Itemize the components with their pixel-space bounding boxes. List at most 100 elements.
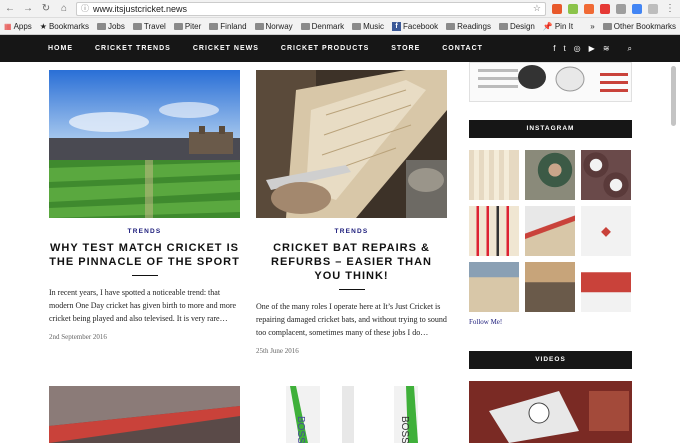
nav-contact[interactable]: CONTACT — [442, 45, 483, 52]
apps-icon: ▦ — [4, 21, 12, 31]
home-icon[interactable]: ⌂ — [58, 3, 70, 15]
instagram-photo[interactable] — [581, 262, 631, 312]
follow-link[interactable]: Follow Me! — [469, 318, 632, 326]
bookmark-norway[interactable]: Norway — [254, 22, 293, 31]
post-category[interactable]: TRENDS — [49, 228, 240, 235]
instagram-photo[interactable] — [525, 206, 575, 256]
instagram-photo[interactable] — [525, 262, 575, 312]
post-category[interactable]: TRENDS — [256, 228, 447, 235]
bookmark-apps[interactable]: ▦ Apps — [4, 22, 32, 31]
folder-icon — [209, 22, 219, 30]
bookmark-readings[interactable]: Readings — [446, 22, 491, 31]
folder-icon — [132, 22, 142, 30]
post-card: TRENDS WHY TEST MATCH CRICKET IS THE PIN… — [49, 70, 240, 341]
bookmark-facebook[interactable]: f Facebook — [392, 21, 438, 31]
pin-icon: 📌 — [542, 21, 553, 31]
post-image[interactable] — [256, 70, 447, 218]
post-date: 25th June 2016 — [256, 347, 299, 355]
instagram-icon[interactable]: ◎ — [574, 44, 581, 53]
folder-icon — [254, 22, 264, 30]
post-excerpt: In recent years, I have spotted a notice… — [49, 288, 237, 323]
scrollbar-thumb[interactable] — [671, 66, 676, 126]
extension-icon[interactable] — [632, 3, 642, 14]
reload-icon[interactable]: ↻ — [40, 3, 52, 15]
bats-image: BOSS BOSS — [256, 386, 447, 443]
bookmark-overflow[interactable]: » — [590, 22, 594, 31]
extension-icon[interactable] — [584, 3, 594, 14]
bookmark-travel[interactable]: Travel — [132, 22, 166, 31]
facebook-icon[interactable]: f — [553, 44, 555, 53]
bookmark-bookmarks[interactable]: ★ Bookmarks — [40, 22, 89, 31]
back-icon[interactable]: ← — [4, 3, 16, 15]
folder-icon — [446, 22, 456, 30]
scrollbar[interactable] — [671, 62, 678, 443]
instagram-widget: INSTAGRAM ◆ Follow Me! — [469, 120, 632, 326]
rss-icon[interactable]: ≋ — [603, 44, 610, 53]
post-thumbnail-image — [49, 386, 240, 443]
bookmarks-bar: ▦ Apps ★ Bookmarks Jobs Travel Piter Finla… — [0, 18, 680, 35]
social-links: f t ◎ ▶ ≋ ⌕ — [553, 44, 632, 54]
post-image[interactable] — [49, 70, 240, 218]
instagram-photo[interactable] — [525, 150, 575, 200]
sidebar-ad-image[interactable] — [469, 62, 632, 102]
bookmark-music[interactable]: Music — [352, 22, 384, 31]
twitter-icon[interactable]: t — [563, 44, 565, 53]
instagram-photo[interactable] — [581, 150, 631, 200]
post-image[interactable] — [49, 386, 240, 443]
videos-widget: VIDEOS — [469, 351, 632, 443]
bookmark-pinit[interactable]: 📌 Pin It — [543, 22, 573, 31]
post-excerpt: One of the many roles I operate here at … — [256, 302, 447, 337]
folder-icon — [602, 22, 612, 30]
url-text: www.itsjustcricket.news — [93, 3, 188, 14]
bookmark-piter[interactable]: Piter — [173, 22, 201, 31]
forward-icon[interactable]: → — [22, 3, 34, 15]
nav-cricket-products[interactable]: CRICKET PRODUCTS — [281, 45, 369, 52]
folder-icon — [352, 22, 362, 30]
post-title[interactable]: WHY TEST MATCH CRICKET IS THE PINNACLE O… — [49, 241, 240, 269]
main-content: TRENDS WHY TEST MATCH CRICKET IS THE PIN… — [0, 62, 680, 443]
extension-icon[interactable] — [648, 3, 658, 14]
instagram-photo[interactable] — [469, 262, 519, 312]
title-divider — [338, 289, 365, 290]
advert-image — [470, 63, 631, 101]
cricket-stadium-image — [49, 70, 240, 218]
address-bar[interactable]: ⓘ www.itsjustcricket.news ☆ — [76, 1, 546, 16]
extension-icon[interactable] — [600, 3, 610, 14]
folder-icon — [96, 22, 106, 30]
bookmark-denmark[interactable]: Denmark — [300, 22, 344, 31]
extension-icon[interactable] — [568, 3, 578, 14]
svg-text:BOSS: BOSS — [399, 416, 410, 443]
extension-icon[interactable] — [552, 3, 562, 14]
browser-toolbar: ← → ↻ ⌂ ⓘ www.itsjustcricket.news ☆ ⋮ — [0, 0, 680, 18]
bookmark-finland[interactable]: Finland — [209, 22, 247, 31]
bookmark-jobs[interactable]: Jobs — [96, 22, 125, 31]
instagram-photo[interactable] — [469, 206, 519, 256]
info-icon: ⓘ — [81, 4, 89, 13]
nav-cricket-news[interactable]: CRICKET NEWS — [193, 45, 259, 52]
search-icon[interactable]: ⌕ — [628, 44, 632, 54]
nav-home[interactable]: HOME — [48, 45, 73, 52]
facebook-icon: f — [392, 21, 401, 31]
instagram-photo[interactable] — [469, 150, 519, 200]
instagram-photo[interactable]: ◆ — [581, 206, 631, 256]
bookmark-other[interactable]: Other Bookmarks — [602, 22, 676, 31]
title-divider — [131, 275, 158, 276]
bat-repair-image — [256, 70, 447, 218]
video-thumbnail[interactable] — [469, 381, 632, 443]
bookmark-design[interactable]: Design — [498, 22, 535, 31]
post-image[interactable]: BOSS BOSS — [256, 386, 447, 443]
star-icon: ★ — [39, 21, 47, 31]
widget-title: INSTAGRAM — [469, 120, 632, 138]
post-title[interactable]: CRICKET BAT REPAIRS & REFURBS – EASIER T… — [256, 241, 447, 283]
youtube-icon[interactable]: ▶ — [589, 44, 595, 53]
extension-icon[interactable] — [616, 3, 626, 14]
nav-cricket-trends[interactable]: CRICKET TRENDS — [95, 45, 171, 52]
nav-store[interactable]: STORE — [391, 45, 420, 52]
svg-text:BOSS: BOSS — [295, 416, 306, 443]
star-icon[interactable]: ☆ — [533, 3, 541, 14]
folder-icon — [498, 22, 508, 30]
folder-icon — [173, 22, 183, 30]
site-nav: HOME CRICKET TRENDS CRICKET NEWS CRICKET… — [0, 35, 680, 62]
folder-icon — [300, 22, 310, 30]
menu-icon[interactable]: ⋮ — [664, 3, 676, 15]
